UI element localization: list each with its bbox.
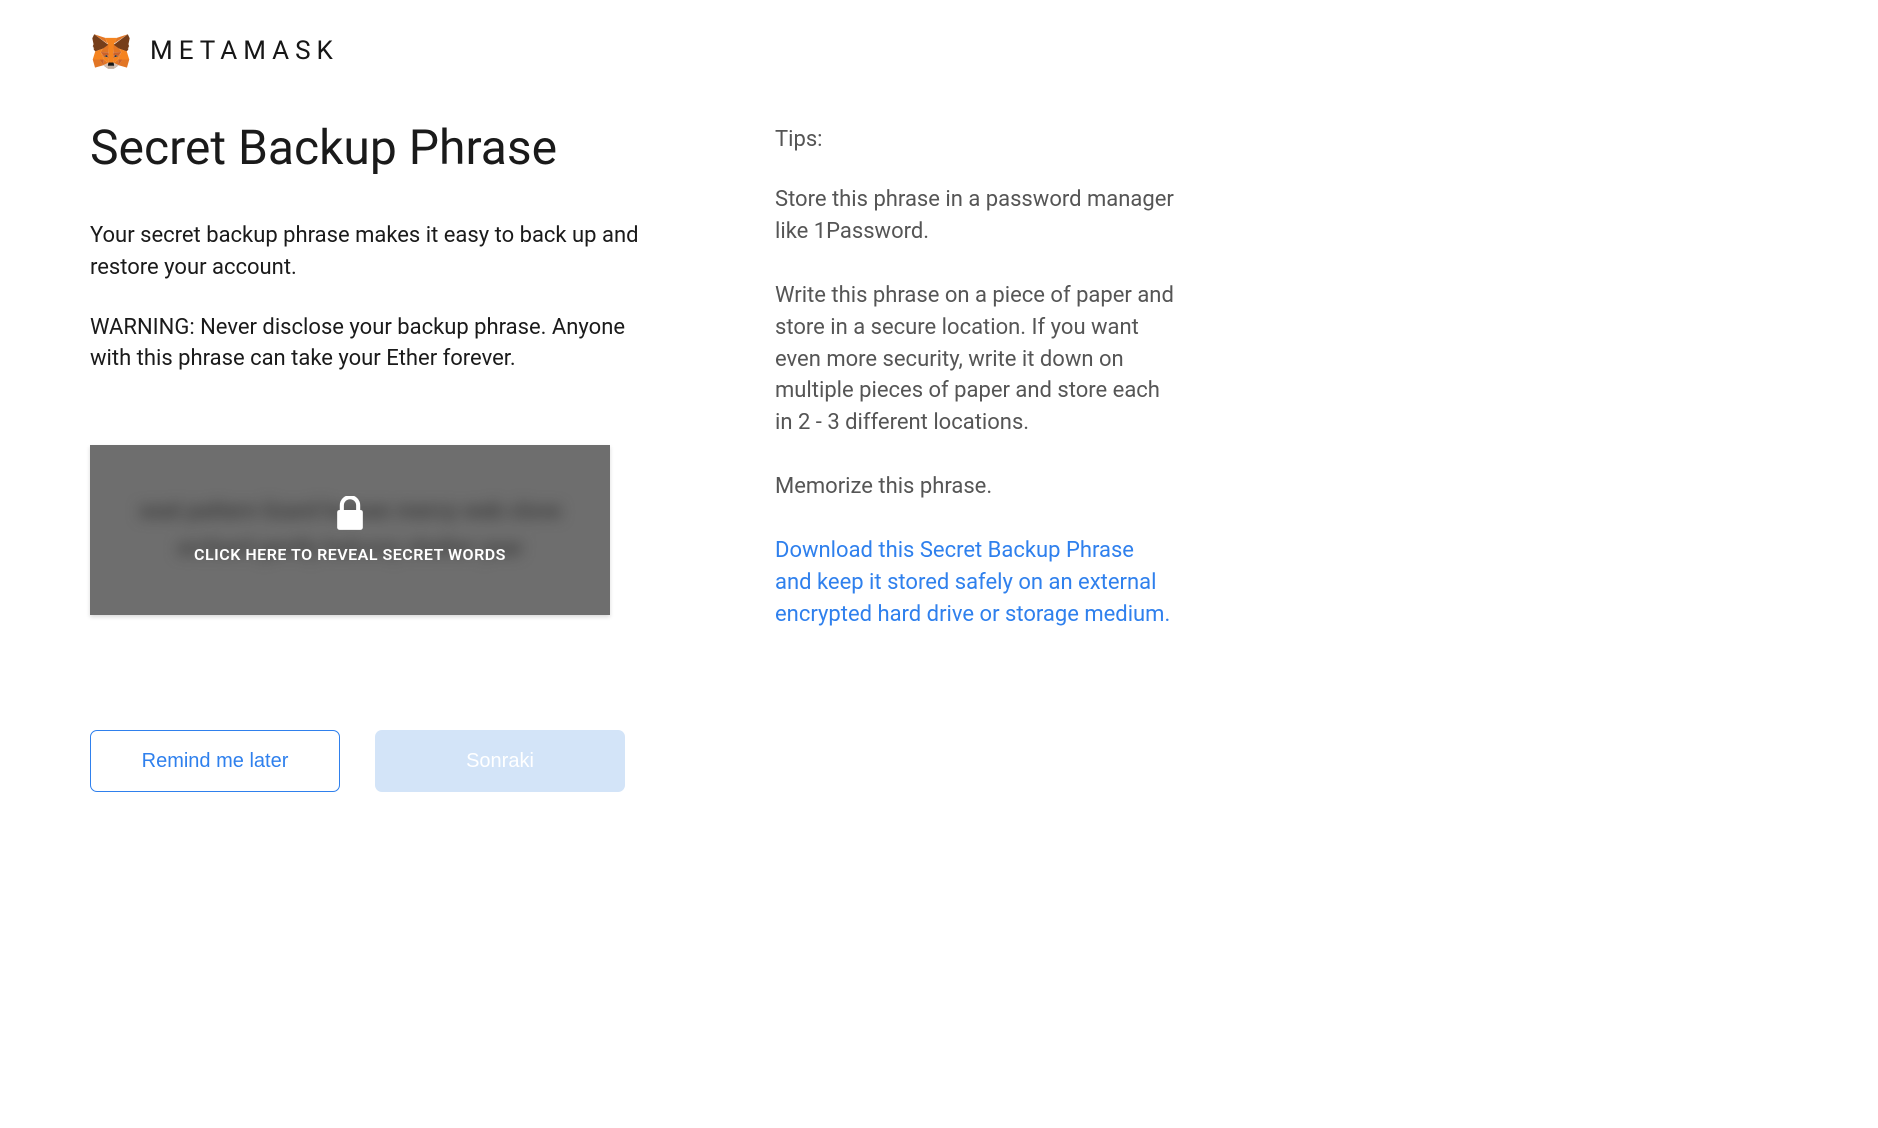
- remind-later-button[interactable]: Remind me later: [90, 730, 340, 792]
- tips-heading: Tips:: [775, 127, 1175, 152]
- app-header: METAMASK: [90, 30, 1788, 72]
- reveal-label: CLICK HERE TO REVEAL SECRET WORDS: [194, 545, 506, 564]
- tip-item: Write this phrase on a piece of paper an…: [775, 280, 1175, 439]
- brand-name: METAMASK: [150, 36, 339, 66]
- tip-item: Store this phrase in a password manager …: [775, 184, 1175, 248]
- metamask-logo-icon: [90, 30, 132, 72]
- next-button[interactable]: Sonraki: [375, 730, 625, 792]
- content-area: Secret Backup Phrase Your secret backup …: [90, 122, 1290, 792]
- tips-column: Tips: Store this phrase in a password ma…: [775, 122, 1175, 792]
- reveal-seed-phrase-box[interactable]: seat pattern lizard human mercy web clov…: [90, 445, 610, 615]
- description-text: Your secret backup phrase makes it easy …: [90, 220, 665, 284]
- tip-item: Memorize this phrase.: [775, 471, 1175, 503]
- page-title: Secret Backup Phrase: [90, 122, 665, 175]
- warning-text: WARNING: Never disclose your backup phra…: [90, 312, 665, 376]
- main-column: Secret Backup Phrase Your secret backup …: [90, 122, 665, 792]
- reveal-overlay: CLICK HERE TO REVEAL SECRET WORDS: [194, 496, 506, 564]
- lock-icon: [336, 496, 364, 531]
- download-seed-link[interactable]: Download this Secret Backup Phrase and k…: [775, 535, 1175, 631]
- button-row: Remind me later Sonraki: [90, 730, 665, 792]
